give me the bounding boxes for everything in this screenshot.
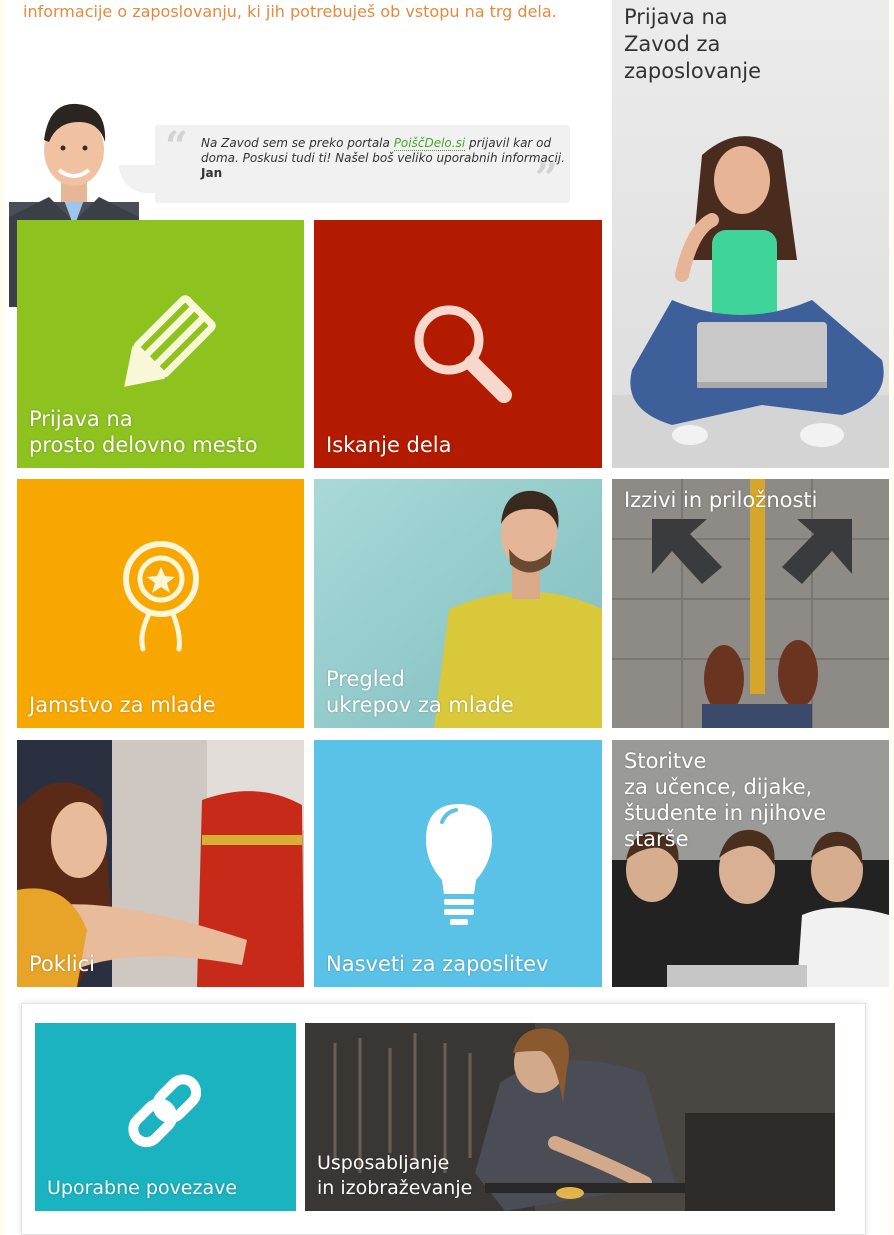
tile-label: Prijava na prosto delovno mesto: [29, 407, 258, 457]
tile-prijava-zavod[interactable]: Prijava na Zavod za zaposlovanje: [612, 0, 889, 468]
tile-label: Nasveti za zaposlitev: [326, 952, 549, 976]
tile-label: Iskanje dela: [326, 433, 452, 457]
tailor-photo: [17, 740, 304, 987]
intro-text: informacije o zaposlovanju, ki jih potre…: [23, 2, 557, 21]
tile-jamstvo-za-mlade[interactable]: Jamstvo za mlade: [17, 479, 304, 728]
tile-iskanje-dela[interactable]: Iskanje dela: [314, 220, 602, 468]
tile-label: Storitve za učence, dijake, študente in …: [624, 749, 827, 851]
tile-storitve[interactable]: Storitve za učence, dijake, študente in …: [612, 740, 889, 987]
pencil-icon: [124, 295, 216, 387]
page: informacije o zaposlovanju, ki jih potre…: [5, 0, 889, 1235]
tile-nasveti-za-zaposlitev[interactable]: Nasveti za zaposlitev: [314, 740, 602, 987]
tile-poklici[interactable]: Poklici: [17, 740, 304, 987]
portal-link[interactable]: PoiščDelo.si: [393, 136, 466, 151]
testimonial-text: Na Zavod sem se preko portala PoiščDelo.…: [201, 136, 565, 180]
tile-label: Pregled ukrepov za mlade: [326, 667, 514, 717]
arrows-ground-photo: [612, 479, 889, 728]
tile-label: Jamstvo za mlade: [29, 693, 216, 717]
link-icon: [128, 1074, 202, 1148]
open-quote-icon: “: [165, 123, 189, 170]
testimonial-author: Jan: [201, 166, 223, 180]
tile-label: Poklici: [29, 952, 95, 976]
tile-label: Uporabne povezave: [47, 1177, 238, 1199]
testimonial-bubble: “ ” Na Zavod sem se preko portala PoiščD…: [119, 123, 570, 203]
tile-uporabne-povezave[interactable]: Uporabne povezave: [35, 1023, 296, 1211]
tile-prosto-delovno-mesto[interactable]: Prijava na prosto delovno mesto: [17, 220, 304, 468]
award-icon: [123, 541, 199, 652]
tile-pregled-ukrepov[interactable]: Pregled ukrepov za mlade: [314, 479, 602, 728]
tile-label: Prijava na Zavod za zaposlovanje: [624, 5, 762, 83]
lightbulb-icon: [426, 804, 492, 925]
tile-izzivi-in-priloznosti[interactable]: Izzivi in priložnosti: [612, 479, 889, 728]
tile-usposabljanje[interactable]: Usposabljanje in izobraževanje: [305, 1023, 835, 1211]
tile-label: Usposabljanje in izobraževanje: [317, 1152, 473, 1199]
search-icon: [414, 305, 512, 403]
tile-label: Izzivi in priložnosti: [624, 488, 818, 512]
